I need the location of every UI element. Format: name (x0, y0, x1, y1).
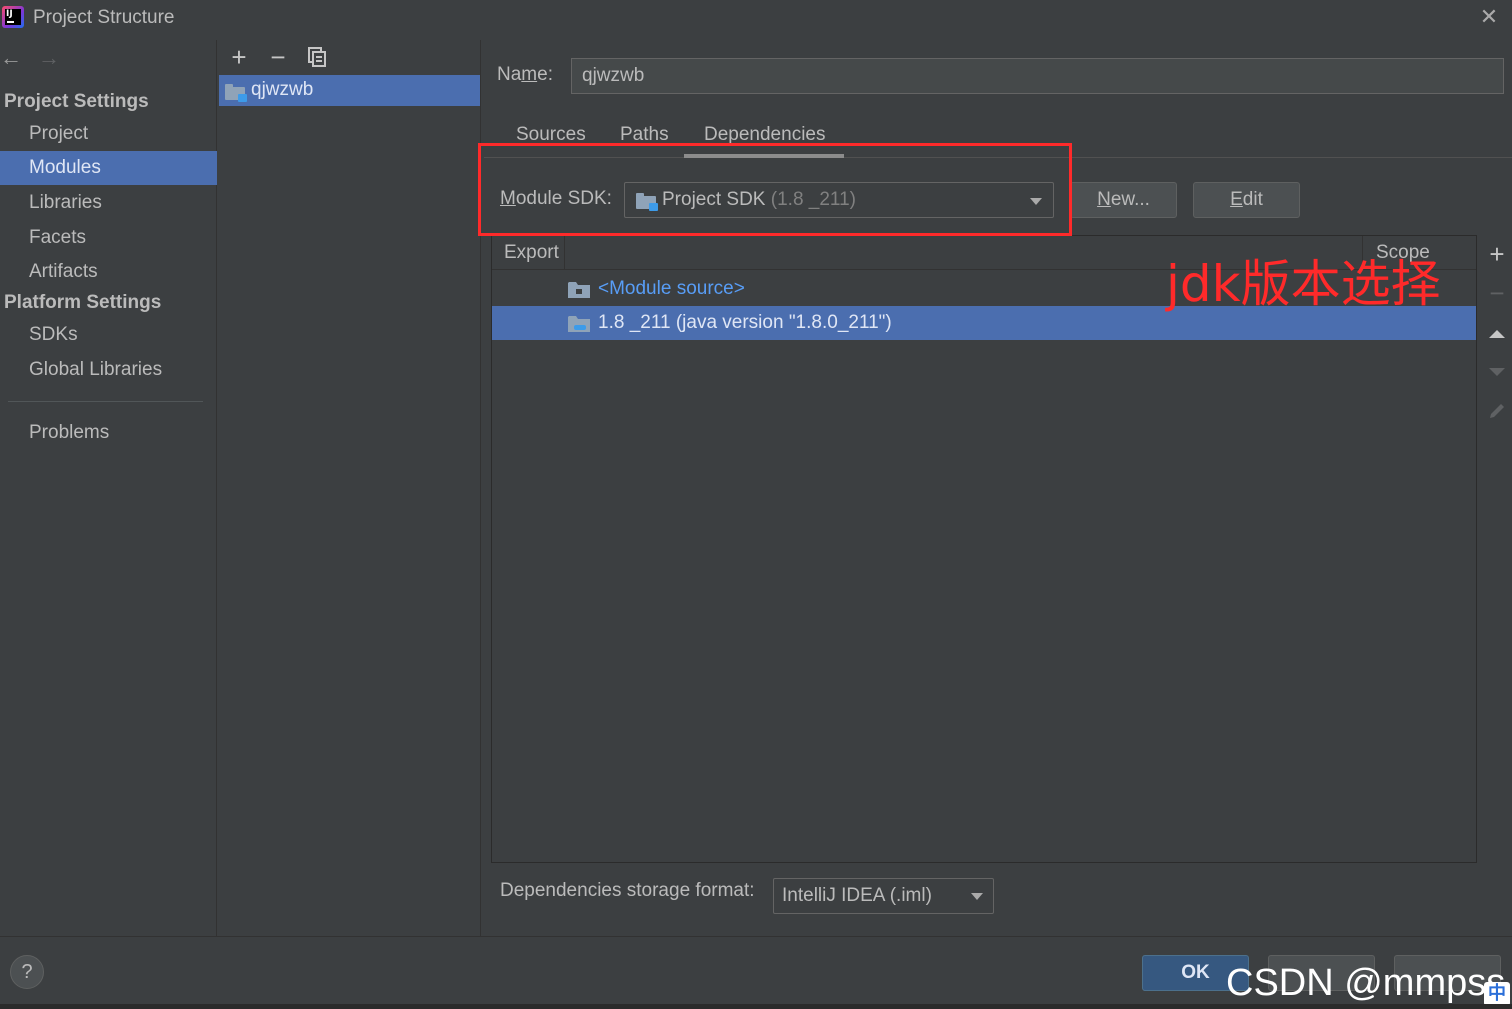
sidebar-divider (8, 401, 203, 402)
plus-icon[interactable]: + (1484, 241, 1510, 267)
platform-settings-header: Platform Settings (4, 292, 162, 313)
sidebar-item-facets[interactable]: Facets (0, 221, 217, 255)
arrow-left-icon[interactable]: ← (0, 45, 26, 71)
sidebar-item-problems[interactable]: Problems (0, 416, 217, 450)
help-button[interactable]: ? (10, 955, 44, 989)
table-row[interactable]: <Module source> (598, 278, 745, 300)
storage-format-label: Dependencies storage format: (500, 880, 755, 901)
storage-format-value: IntelliJ IDEA (.iml) (782, 885, 932, 906)
minus-icon: − (1489, 278, 1505, 308)
watermark: CSDN @mmpss (1226, 962, 1506, 1004)
edit-pencil-icon (1484, 398, 1510, 424)
sidebar-item-project[interactable]: Project (0, 117, 217, 151)
edit-sdk-button[interactable]: Edit (1193, 182, 1300, 218)
name-label: Name: (497, 64, 553, 85)
bottom-edge (0, 1004, 1512, 1009)
arrow-right-icon: → (38, 45, 60, 70)
intellij-idea-icon: IJ (2, 6, 24, 28)
column-header-export[interactable]: Export (504, 242, 559, 264)
ime-indicator: 中 (1484, 982, 1510, 1006)
module-folder-icon (225, 84, 247, 102)
copy-icon[interactable] (304, 44, 330, 70)
table-row-label: 1.8 _211 (java version "1.8.0_211") (598, 312, 892, 333)
highlight-box (478, 143, 1072, 236)
move-down-icon (1484, 360, 1510, 386)
jdk-folder-icon (568, 315, 590, 332)
move-up-icon[interactable] (1484, 322, 1510, 348)
module-list-item-label: qjwzwb (251, 79, 314, 100)
minus-icon[interactable]: − (265, 44, 291, 70)
sidebar-item-global-libraries[interactable]: Global Libraries (0, 353, 217, 387)
title-bar (0, 0, 1512, 40)
chevron-down-icon (971, 893, 983, 900)
annotation-text: jdk版本选择 (1166, 255, 1441, 313)
sidebar-item-sdks[interactable]: SDKs (0, 318, 217, 352)
module-name-input[interactable] (571, 58, 1504, 94)
plus-icon[interactable]: + (226, 44, 252, 70)
sidebar-item-libraries[interactable]: Libraries (0, 186, 217, 220)
project-settings-header: Project Settings (4, 91, 149, 112)
modules-panel (218, 40, 481, 936)
module-source-folder-icon (568, 281, 590, 298)
window-title: Project Structure (33, 7, 175, 28)
sidebar-item-artifacts[interactable]: Artifacts (0, 255, 217, 289)
footer-divider (0, 936, 1512, 937)
close-icon[interactable]: ✕ (1474, 2, 1504, 32)
new-sdk-button[interactable]: New... (1070, 182, 1177, 218)
sidebar-item-modules[interactable]: Modules (0, 151, 217, 185)
column-divider (564, 236, 565, 270)
